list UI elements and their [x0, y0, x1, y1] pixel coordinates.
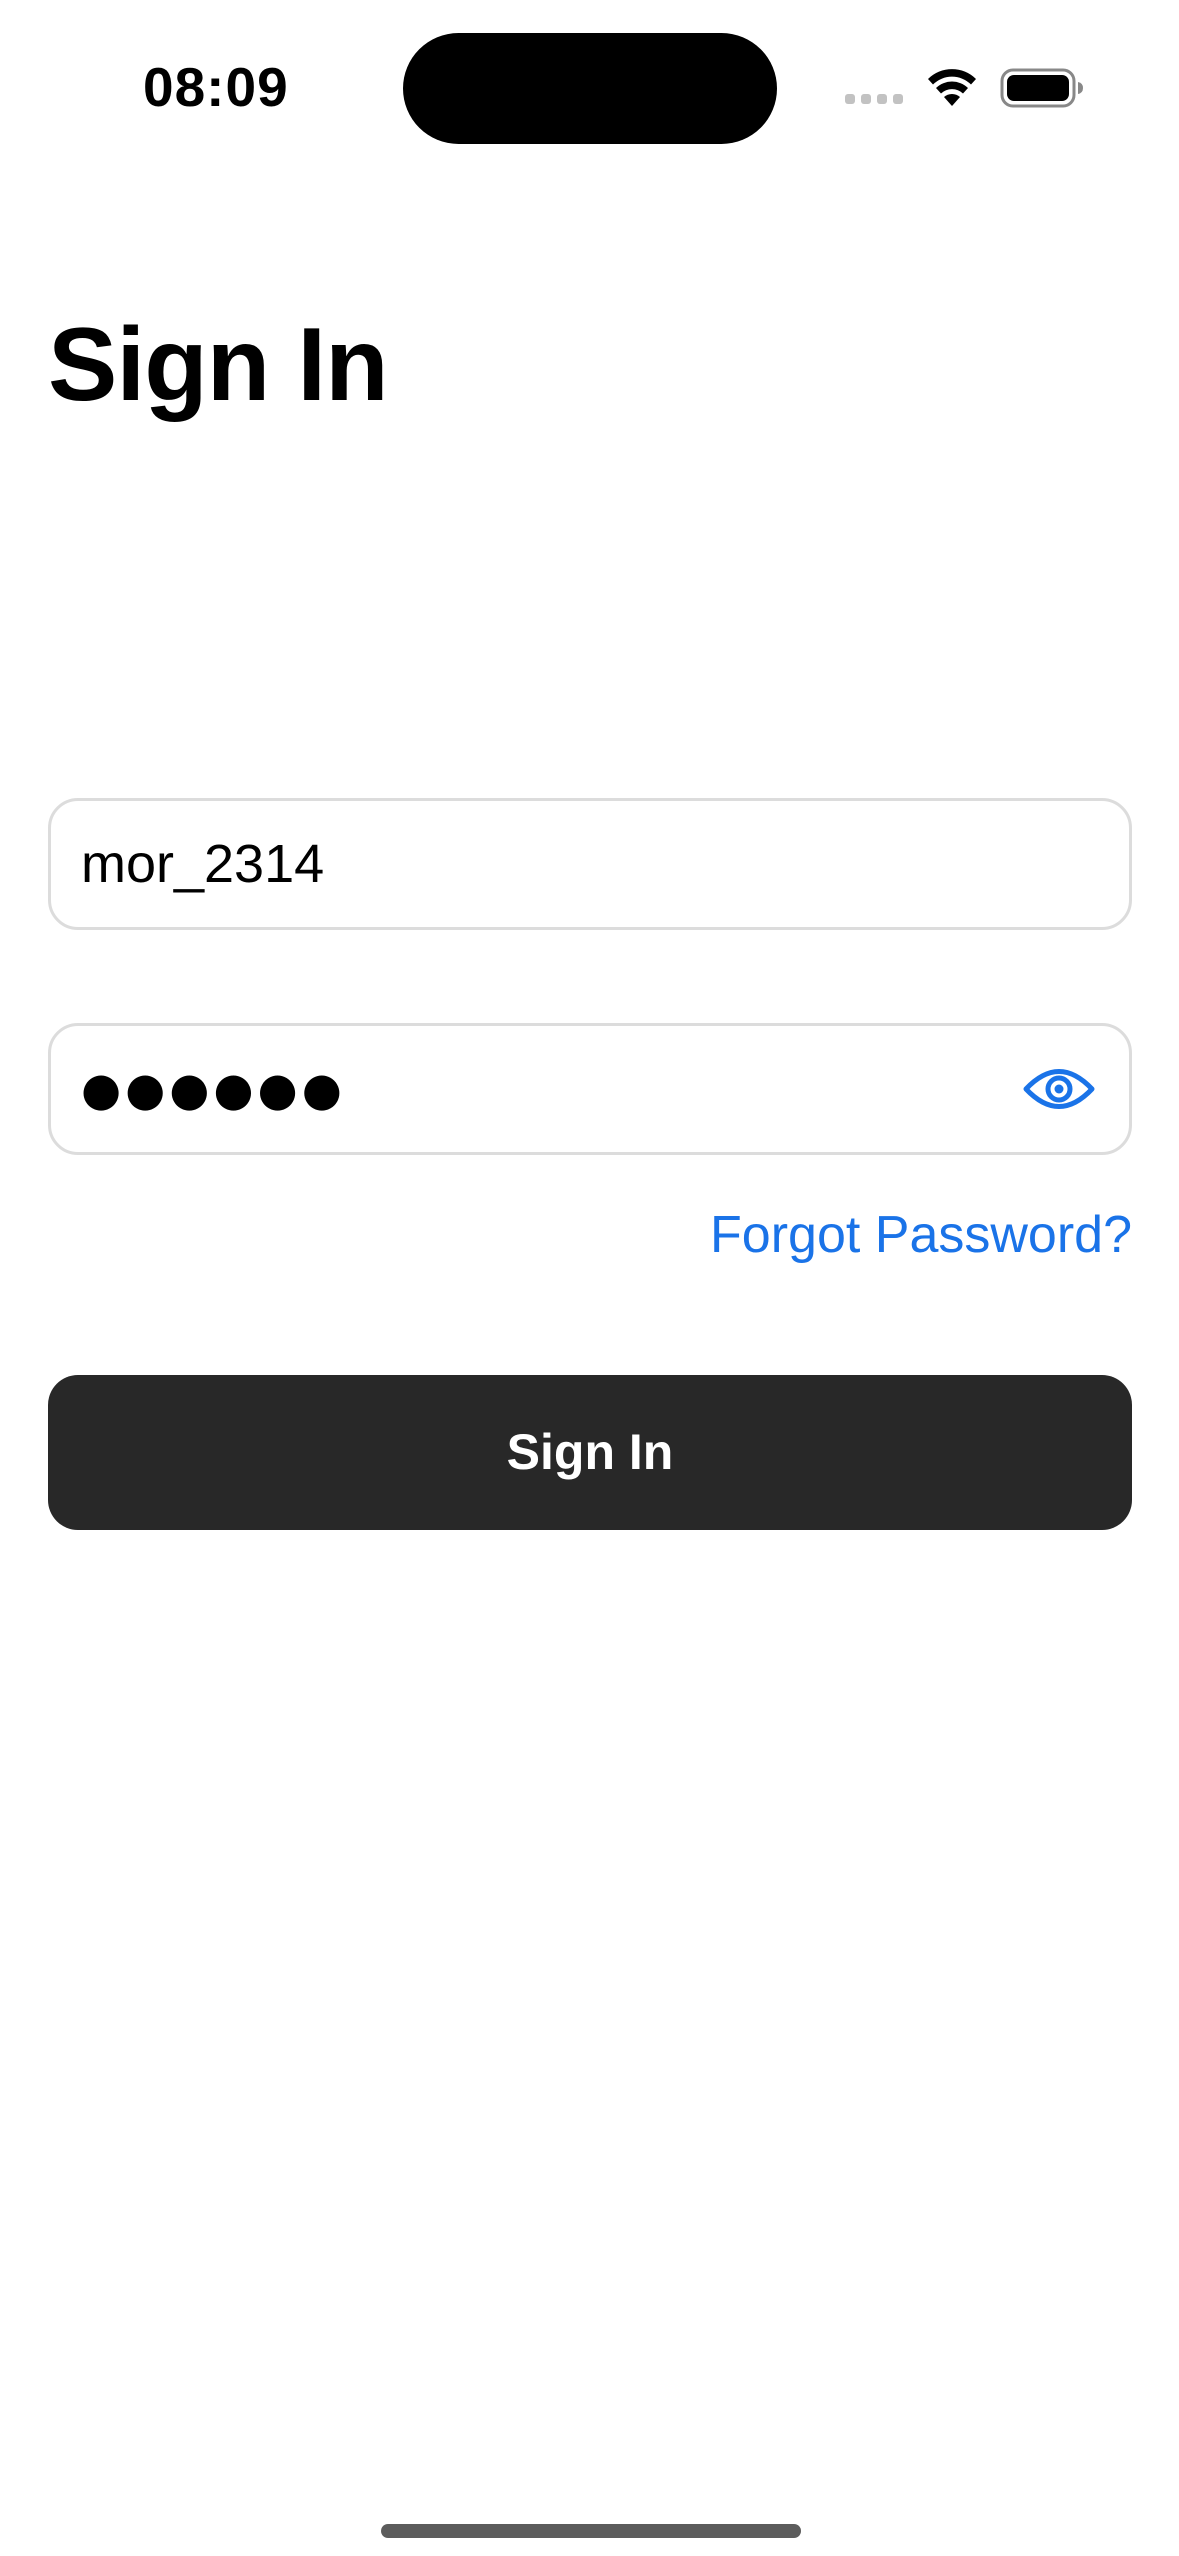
eye-icon[interactable]: [1023, 1064, 1095, 1114]
dynamic-island: [403, 33, 777, 144]
wifi-icon: [928, 69, 976, 106]
signal-icon: [845, 94, 905, 106]
username-value[interactable]: mor_2314: [81, 801, 324, 927]
sign-in-button[interactable]: Sign In: [48, 1375, 1132, 1530]
password-field[interactable]: ●●●●●●: [48, 1023, 1132, 1155]
password-value[interactable]: ●●●●●●: [81, 1026, 346, 1152]
page-title: Sign In: [48, 307, 389, 423]
username-field[interactable]: mor_2314: [48, 798, 1132, 930]
forgot-password-link[interactable]: Forgot Password?: [710, 1200, 1132, 1270]
status-time: 08:09: [143, 56, 289, 118]
status-bar: 08:09: [0, 0, 1179, 170]
home-indicator[interactable]: [381, 2524, 801, 2538]
battery-icon: [1000, 68, 1083, 108]
